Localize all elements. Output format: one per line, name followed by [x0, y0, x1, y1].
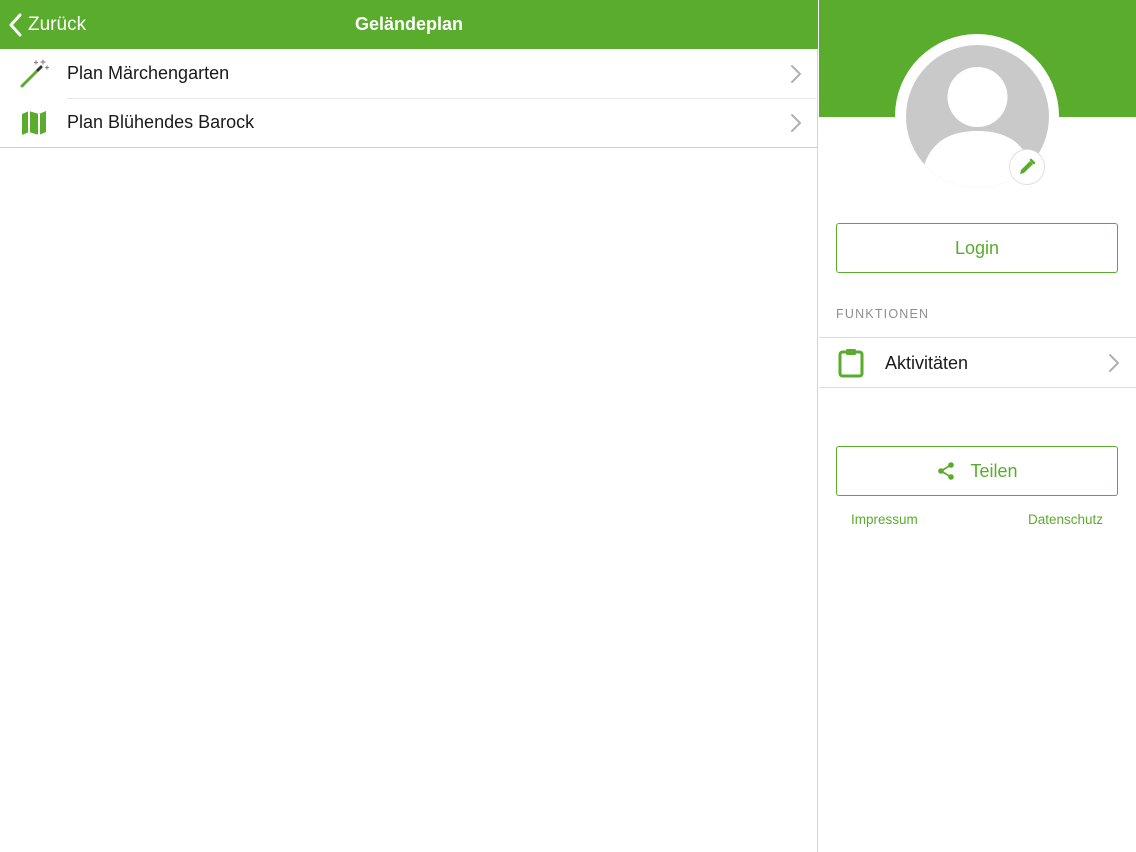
plan-list: Plan Märchengarten Plan Blühendes Barock — [0, 49, 818, 148]
list-item-plan-bluehendes-barock[interactable]: Plan Blühendes Barock — [0, 98, 818, 147]
impressum-link[interactable]: Impressum — [851, 512, 918, 527]
magic-wand-icon — [18, 58, 50, 90]
datenschutz-link[interactable]: Datenschutz — [1028, 512, 1103, 527]
login-button[interactable]: Login — [836, 223, 1118, 273]
chevron-right-icon — [791, 65, 801, 83]
list-bottom-divider — [0, 147, 818, 148]
plan-label: Plan Märchengarten — [67, 63, 230, 83]
clipboard-icon — [838, 349, 864, 378]
pencil-icon — [1020, 158, 1036, 174]
navigation-bar: Zurück Geländeplan — [0, 0, 818, 49]
back-button[interactable]: Zurück — [8, 0, 86, 49]
list-item-aktivitaeten[interactable]: Aktivitäten — [819, 337, 1136, 388]
plan-label: Plan Blühendes Barock — [67, 112, 255, 132]
map-icon — [18, 107, 50, 139]
row-divider — [67, 98, 818, 99]
share-icon — [938, 462, 955, 480]
back-button-label: Zurück — [28, 13, 87, 35]
master-pane: Zurück Geländeplan Plan Märchengarten Pl… — [0, 0, 818, 852]
section-header-funktionen: FUNKTIONEN — [836, 307, 930, 321]
function-label: Aktivitäten — [885, 353, 969, 373]
list-item-plan-maerchengarten[interactable]: Plan Märchengarten — [0, 49, 818, 98]
chevron-right-icon — [1109, 354, 1119, 372]
chevron-left-icon — [9, 13, 22, 36]
page-title: Geländeplan — [354, 14, 464, 34]
chevron-right-icon — [791, 114, 801, 132]
edit-avatar-button[interactable] — [1009, 149, 1045, 185]
profile-sidebar: Login FUNKTIONEN Aktivitäten Teilen Impr… — [819, 0, 1136, 852]
share-button[interactable]: Teilen — [836, 446, 1118, 496]
login-button-label: Login — [954, 237, 1000, 258]
share-button-label: Teilen — [970, 460, 1018, 481]
